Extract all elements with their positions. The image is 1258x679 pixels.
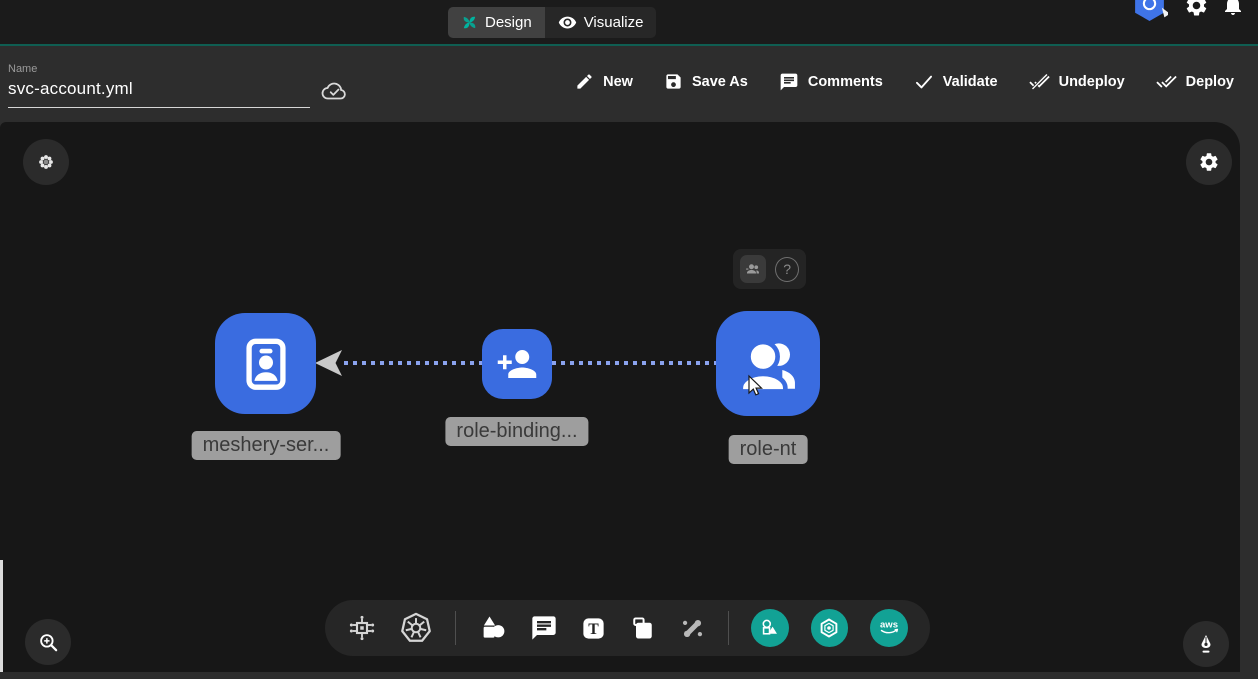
design-canvas[interactable]: ? xyxy=(0,122,1240,672)
deploy-button-label: Deploy xyxy=(1186,74,1234,90)
new-button[interactable]: New xyxy=(575,72,633,91)
shapes-tool-icon[interactable] xyxy=(478,613,508,643)
comments-button-label: Comments xyxy=(808,74,883,90)
link-tool-icon[interactable] xyxy=(679,615,706,642)
new-button-label: New xyxy=(603,74,633,90)
node-role-binding[interactable] xyxy=(482,329,552,399)
undeploy-button-label: Undeploy xyxy=(1059,74,1125,90)
name-field-underline xyxy=(8,107,310,108)
gear-icon xyxy=(1198,151,1220,173)
shapes-library-icon xyxy=(759,617,781,639)
text-tool-icon[interactable]: T xyxy=(580,615,607,642)
settings-icon[interactable] xyxy=(1184,0,1209,23)
design-action-bar: Name svc-account.yml New Save As Comment… xyxy=(0,46,1258,122)
magnifier-plus-icon xyxy=(37,631,60,654)
pen-nib-icon xyxy=(1194,632,1218,656)
cloud-saved-icon[interactable] xyxy=(320,77,349,108)
node-service-account[interactable] xyxy=(215,313,316,414)
service-account-badge-icon xyxy=(237,335,295,393)
shapes-library-button[interactable] xyxy=(751,609,789,647)
comment-tool-icon[interactable] xyxy=(530,614,558,642)
group-tool-button[interactable] xyxy=(740,255,766,283)
save-icon xyxy=(664,72,683,91)
kubernetes-library-button[interactable] xyxy=(811,609,849,647)
notifications-bell-icon[interactable] xyxy=(1221,0,1245,22)
kubernetes-icon[interactable] xyxy=(399,611,433,645)
meshery-logo-icon xyxy=(461,14,478,31)
edge-dotted-right xyxy=(552,361,716,365)
toolbar-divider xyxy=(455,611,456,645)
group-icon xyxy=(744,260,762,278)
pencil-icon xyxy=(575,72,594,91)
layout-flower-button[interactable] xyxy=(23,139,69,185)
validate-button-label: Validate xyxy=(943,74,998,90)
tab-visualize[interactable]: Visualize xyxy=(545,7,657,38)
canvas-left-edge xyxy=(0,560,3,672)
text-tool-letter: T xyxy=(588,620,599,637)
deploy-button[interactable]: Deploy xyxy=(1156,71,1234,92)
validate-button[interactable]: Validate xyxy=(914,72,998,92)
canvas-bottom-toolbar: T xyxy=(325,600,930,656)
help-button[interactable]: ? xyxy=(775,257,799,282)
tab-design[interactable]: Design xyxy=(448,7,545,38)
pen-tool-button[interactable] xyxy=(1183,621,1229,667)
tab-design-label: Design xyxy=(485,14,532,31)
edge-arrowhead xyxy=(315,350,342,376)
meshery-design-page: Design Visualize Name svc-acco xyxy=(0,0,1258,679)
node-label: role-binding... xyxy=(445,417,588,446)
node-hover-toolbar: ? xyxy=(733,249,806,289)
deploy-icon xyxy=(1156,71,1177,92)
undeploy-icon xyxy=(1029,71,1050,92)
node-role[interactable] xyxy=(716,311,820,416)
person-add-icon xyxy=(496,343,538,385)
aws-library-button[interactable]: aws xyxy=(870,609,908,647)
save-as-button-label: Save As xyxy=(692,74,748,90)
node-label: meshery-ser... xyxy=(192,431,341,460)
eye-icon xyxy=(558,13,577,32)
sticky-note-tool-icon[interactable] xyxy=(629,614,657,642)
canvas-settings-button[interactable] xyxy=(1186,139,1232,185)
comments-button[interactable]: Comments xyxy=(779,72,883,92)
tab-visualize-label: Visualize xyxy=(584,14,644,31)
edge-dotted-left xyxy=(344,361,482,365)
mouse-cursor xyxy=(744,374,766,405)
comment-icon xyxy=(779,72,799,92)
aws-label: aws xyxy=(880,620,898,631)
design-name-input[interactable]: svc-account.yml xyxy=(8,79,133,99)
flower-icon xyxy=(35,151,57,173)
design-actions: New Save As Comments Validate Unde xyxy=(575,71,1234,92)
help-glyph: ? xyxy=(783,261,791,277)
mode-tabs: Design Visualize xyxy=(448,7,656,38)
aws-icon: aws xyxy=(876,615,902,641)
undeploy-button[interactable]: Undeploy xyxy=(1029,71,1125,92)
provider-badge[interactable] xyxy=(1131,0,1168,28)
save-as-button[interactable]: Save As xyxy=(664,72,748,91)
components-circuit-icon[interactable] xyxy=(347,613,377,643)
name-field-label: Name xyxy=(8,63,37,75)
hexagon-library-icon xyxy=(817,616,841,640)
toolbar-divider xyxy=(728,611,729,645)
zoom-in-button[interactable] xyxy=(25,619,71,665)
check-icon xyxy=(914,72,934,92)
node-label: role-nt xyxy=(729,435,808,464)
top-app-bar: Design Visualize xyxy=(0,0,1258,44)
